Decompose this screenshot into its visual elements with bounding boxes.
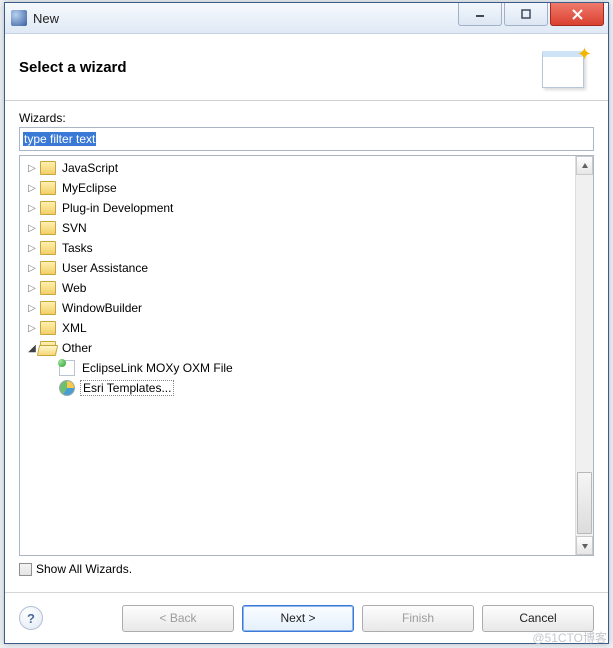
cancel-button[interactable]: Cancel [482,605,594,632]
wizards-label: Wizards: [19,111,594,125]
tree-item-label: Plug-in Development [60,201,175,215]
new-wizard-dialog: New Select a wizard ✦ Wizards: type filt… [4,2,609,644]
expand-icon[interactable]: ▷ [26,303,38,314]
tree-item-label: XML [60,321,89,335]
tree-folder-myeclipse[interactable]: ▷ MyEclipse [20,178,576,198]
scroll-down-button[interactable] [576,536,593,555]
tree-item-label: SVN [60,221,89,235]
scroll-track[interactable] [576,175,593,536]
folder-icon [40,201,56,215]
show-all-wizards-label: Show All Wizards. [36,562,132,576]
folder-icon [40,281,56,295]
wizard-tree: ▷ JavaScript ▷ MyEclipse ▷ Plug-in Developmen… [19,155,594,556]
tree-item-label: JavaScript [60,161,120,175]
filter-placeholder-text: type filter text [23,132,96,146]
wizard-icon: ✦ [540,44,594,90]
expand-icon[interactable]: ▷ [26,203,38,214]
tree-folder-xml[interactable]: ▷ XML [20,318,576,338]
tree-item-esri-templates-[interactable]: Esri Templates... [20,378,576,398]
collapse-icon[interactable]: ◢ [26,343,38,354]
scroll-thumb[interactable] [577,472,592,534]
scroll-up-button[interactable] [576,156,593,175]
tree-item-label: EclipseLink MOXy OXM File [80,361,235,375]
folder-icon [40,301,56,315]
tree-folder-plug-in-development[interactable]: ▷ Plug-in Development [20,198,576,218]
tree-viewport[interactable]: ▷ JavaScript ▷ MyEclipse ▷ Plug-in Developmen… [20,156,576,555]
expand-icon[interactable]: ▷ [26,263,38,274]
tree-item-label: User Assistance [60,261,150,275]
dialog-content: Wizards: type filter text ▷ JavaScript ▷ My… [5,101,608,584]
esri-globe-icon [59,380,75,396]
tree-item-label: MyEclipse [60,181,119,195]
tree-item-label: Esri Templates... [80,380,174,396]
expand-icon[interactable]: ▷ [26,183,38,194]
show-all-wizards-checkbox[interactable] [19,563,32,576]
help-button[interactable]: ? [19,606,43,630]
finish-button[interactable]: Finish [362,605,474,632]
folder-icon [40,261,56,275]
expand-icon[interactable]: ▷ [26,223,38,234]
expand-icon[interactable]: ▷ [26,283,38,294]
tree-folder-tasks[interactable]: ▷ Tasks [20,238,576,258]
folder-icon [40,181,56,195]
expand-icon[interactable]: ▷ [26,163,38,174]
close-button[interactable] [550,3,604,26]
window-buttons [458,3,608,33]
folder-icon [40,321,56,335]
app-icon [11,10,27,26]
tree-folder-javascript[interactable]: ▷ JavaScript [20,158,576,178]
expand-icon[interactable]: ▷ [26,323,38,334]
tree-item-label: Other [60,341,94,355]
folder-icon [40,241,56,255]
tree-item-label: Web [60,281,88,295]
tree-item-eclipselink-moxy-oxm-file[interactable]: EclipseLink MOXy OXM File [20,358,576,378]
tree-item-label: WindowBuilder [60,301,144,315]
tree-folder-svn[interactable]: ▷ SVN [20,218,576,238]
window-title: New [33,11,59,26]
expand-icon[interactable]: ▷ [26,243,38,254]
next-button[interactable]: Next > [242,605,354,632]
back-button[interactable]: < Back [122,605,234,632]
tree-folder-user-assistance[interactable]: ▷ User Assistance [20,258,576,278]
folder-icon [40,161,56,175]
minimize-button[interactable] [458,3,502,26]
watermark: @51CTO博客 [532,629,607,646]
tree-item-label: Tasks [60,241,95,255]
tree-folder-windowbuilder[interactable]: ▷ WindowBuilder [20,298,576,318]
dialog-banner: Select a wizard ✦ [5,34,608,101]
vertical-scrollbar[interactable] [575,156,593,555]
folder-icon [40,221,56,235]
filter-text-field[interactable]: type filter text [19,127,594,151]
folder-icon [40,341,56,355]
show-all-wizards-row: Show All Wizards. [19,562,594,576]
maximize-button[interactable] [504,3,548,26]
file-icon [59,360,75,376]
banner-heading: Select a wizard [19,59,540,76]
tree-folder-other[interactable]: ◢ Other [20,338,576,358]
tree-folder-web[interactable]: ▷ Web [20,278,576,298]
titlebar[interactable]: New [5,3,608,34]
button-bar: ? < Back Next > Finish Cancel [5,593,608,643]
